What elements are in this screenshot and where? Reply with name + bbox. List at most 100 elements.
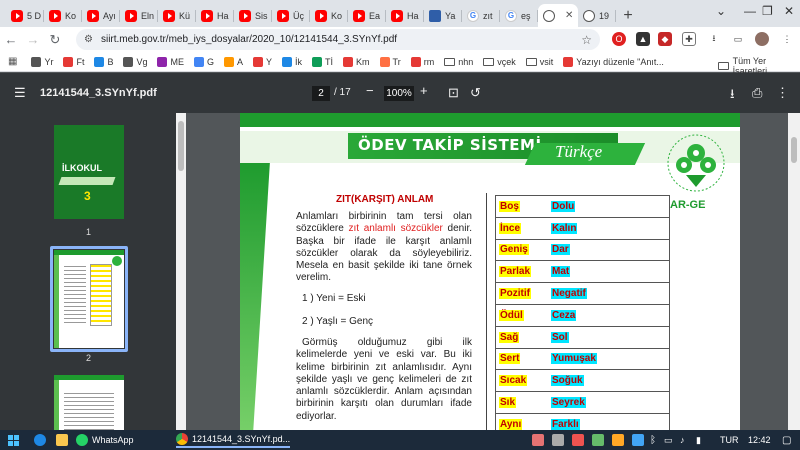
bookmark-item[interactable]: Vg — [123, 56, 147, 67]
tray-icon-6[interactable] — [632, 432, 644, 448]
url-text[interactable]: siirt.meb.gov.tr/meb_iys_dosyalar/2020_1… — [101, 34, 397, 45]
bookmark-item[interactable]: Tr — [379, 56, 401, 67]
fit-page-icon[interactable]: ⊡ — [448, 85, 459, 101]
bookmark-item[interactable]: Y — [253, 56, 272, 67]
battery-icon[interactable]: ▮ — [696, 432, 701, 448]
reload-icon[interactable]: ↻ — [44, 32, 66, 48]
thumbnail-page-2[interactable] — [54, 250, 124, 348]
tray-icon-5[interactable] — [612, 432, 624, 448]
antonym-pair: Sıcak Soğuk — [495, 369, 670, 393]
browser-tab[interactable]: Ea — [348, 4, 386, 27]
browser-tab[interactable]: Sis — [234, 4, 272, 27]
forward-icon[interactable]: → — [22, 32, 44, 47]
pdf-more-icon[interactable]: ⋮ — [776, 85, 789, 101]
address-bar[interactable]: ⚙ siirt.meb.gov.tr/meb_iys_dosyalar/2020… — [76, 29, 600, 50]
bookmark-item[interactable]: Ft — [63, 56, 84, 67]
clock[interactable]: 12:42 — [748, 432, 771, 448]
network-icon[interactable]: ▭ — [664, 432, 673, 448]
minimize-icon[interactable]: — — [744, 4, 756, 18]
browser-tab[interactable]: Ha — [386, 4, 424, 27]
youtube-icon — [49, 9, 61, 22]
sidepanel-icon[interactable]: ▭ — [731, 32, 745, 46]
browser-tab[interactable]: Üç — [272, 4, 310, 27]
bookmark-item[interactable]: Tİ — [312, 56, 333, 67]
taskbar-chrome[interactable]: 12141544_3.SYnYf.pd... — [176, 432, 291, 448]
tray-icon-1[interactable] — [532, 432, 544, 448]
youtube-icon — [11, 9, 23, 22]
bookmark-item[interactable]: nhn — [444, 57, 473, 67]
opera-extension-icon[interactable]: O — [612, 32, 626, 46]
table-row: Geniş Dar — [495, 238, 670, 262]
bookmark-item[interactable]: G — [193, 56, 214, 67]
language-indicator[interactable]: TUR — [720, 432, 739, 448]
browser-tab[interactable]: Eln — [120, 4, 158, 27]
browser-tab[interactable]: 19 — [578, 4, 616, 27]
viewer-scrollbar[interactable] — [788, 113, 800, 430]
globe-icon — [583, 9, 595, 22]
tray-icon-3[interactable] — [572, 432, 584, 448]
word: Pozitif — [499, 288, 531, 300]
menu-icon[interactable]: ⋮ — [780, 32, 794, 46]
bookmark-item[interactable]: vsit — [525, 57, 553, 67]
zoom-out-icon[interactable]: − — [366, 83, 374, 98]
print-icon[interactable]: ⎙ — [752, 85, 762, 101]
bookmark-item[interactable]: Yr — [31, 56, 53, 67]
bookmark-item[interactable]: vçek — [483, 57, 516, 67]
browser-tab[interactable]: Geş — [500, 4, 538, 27]
browser-tab[interactable]: Ko — [44, 4, 82, 27]
maximize-icon[interactable]: ❐ — [762, 4, 773, 18]
zoom-in-icon[interactable]: + — [420, 83, 428, 98]
browser-tab[interactable]: Ko — [310, 4, 348, 27]
edge-icon[interactable] — [34, 432, 46, 448]
bookmark-item[interactable]: B — [94, 56, 113, 67]
youtube-icon — [239, 9, 251, 22]
tab-close-icon[interactable]: ✕ — [565, 10, 573, 21]
sidebar-scrollbar[interactable] — [176, 113, 186, 430]
bookmark-item[interactable]: Yazıyı düzenle "Anıt... — [563, 56, 664, 67]
page-decoration — [240, 161, 270, 430]
youtube-icon — [163, 9, 175, 22]
avatar[interactable] — [755, 32, 769, 46]
browser-tab[interactable]: ✕ — [538, 4, 578, 27]
zoom-input[interactable]: 100% — [384, 86, 414, 101]
apps-icon[interactable]: ▦ — [8, 56, 17, 67]
bookmark-favicon-icon — [379, 56, 390, 67]
browser-tab[interactable]: 5 D — [6, 4, 44, 27]
rotate-icon[interactable]: ↺ — [470, 85, 481, 101]
new-tab-icon[interactable]: + — [616, 4, 640, 27]
thumbnail-page-3[interactable] — [54, 375, 124, 430]
browser-tab[interactable]: Ayı — [82, 4, 120, 27]
bookmark-item[interactable]: Km — [343, 56, 370, 67]
shield-extension-icon[interactable]: ◆ — [658, 32, 672, 46]
hamburger-menu-icon[interactable]: ☰ — [14, 85, 26, 101]
bookmark-item[interactable]: rm — [410, 56, 434, 67]
bookmark-item[interactable]: İk — [282, 56, 302, 67]
bookmark-item[interactable]: ME — [157, 56, 184, 67]
notification-icon[interactable]: ▢ — [782, 432, 791, 448]
browser-tab[interactable]: Ya — [424, 4, 462, 27]
tray-icon-4[interactable] — [592, 432, 604, 448]
puzzle-icon[interactable]: ✚ — [682, 32, 696, 46]
bookmark-item[interactable]: A — [224, 56, 243, 67]
bluetooth-icon[interactable]: ᛒ — [650, 432, 656, 448]
volume-icon[interactable]: ♪ — [680, 432, 685, 448]
tray-icon-2[interactable] — [552, 432, 564, 448]
thumbnail-page-1[interactable]: İLKOKUL 3 — [54, 125, 124, 219]
chrome-icon — [176, 433, 188, 445]
tab-search-icon[interactable]: ⌄ — [716, 4, 726, 18]
site-info-icon[interactable]: ⚙ — [84, 34, 93, 45]
windows-start-icon[interactable] — [8, 432, 19, 448]
download-icon[interactable]: ⭳ — [707, 32, 721, 46]
browser-tab[interactable]: Ha — [196, 4, 234, 27]
bookmark-star-icon[interactable]: ☆ — [581, 33, 592, 47]
browser-tab[interactable]: Kü — [158, 4, 196, 27]
page-number-input[interactable]: 2 — [312, 86, 330, 101]
pdf-download-icon[interactable]: ⭳ — [730, 85, 735, 107]
taskbar-whatsapp[interactable]: WhatsApp — [76, 432, 134, 448]
extension-icon[interactable]: ▲ — [636, 32, 650, 46]
back-icon[interactable]: ← — [0, 32, 22, 47]
file-explorer-icon[interactable] — [56, 432, 68, 448]
browser-tab[interactable]: Gzıt — [462, 4, 500, 27]
example-2: 2 ) Yaşlı = Genç — [302, 316, 374, 327]
close-window-icon[interactable]: ✕ — [784, 4, 794, 18]
